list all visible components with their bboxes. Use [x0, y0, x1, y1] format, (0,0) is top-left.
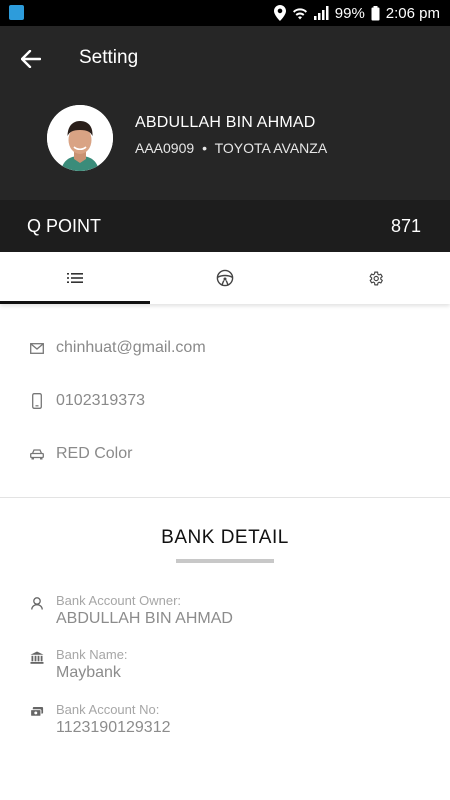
phone-text: 0102319373: [56, 392, 145, 409]
email-text: chinhuat@gmail.com: [56, 339, 206, 356]
qpoint-label: Q POINT: [27, 216, 102, 236]
arrow-left-icon: [21, 50, 41, 68]
separator-dot: •: [202, 140, 207, 156]
status-bar: 99% 2:06 pm: [0, 0, 450, 26]
car-color-text: RED Color: [56, 445, 133, 462]
battery-icon: [371, 5, 380, 20]
email-row: chinhuat@gmail.com: [30, 336, 206, 360]
avatar[interactable]: [47, 105, 113, 171]
bank-name-value: Maybank: [56, 664, 121, 681]
back-button[interactable]: [16, 44, 46, 74]
list-icon: [67, 273, 83, 283]
gear-icon: [369, 271, 383, 285]
plate-number: AAA0909: [135, 140, 195, 156]
bank-owner-value: ABDULLAH BIN AHMAD: [56, 610, 233, 627]
bank-detail-title: BANK DETAIL: [161, 527, 289, 548]
vehicle-model: TOYOTA AVANZA: [214, 140, 328, 156]
location-icon: [273, 5, 286, 21]
car-icon: [30, 447, 44, 461]
page-title: Setting: [79, 47, 139, 68]
tab-info[interactable]: [0, 252, 150, 304]
tab-active-indicator: [0, 301, 150, 304]
tab-settings[interactable]: [300, 252, 450, 304]
signal-icon: [313, 6, 329, 20]
qpoint-value: 871: [390, 216, 421, 236]
tab-vehicle[interactable]: [150, 252, 300, 304]
bank-account-value: 1123190129312: [56, 719, 171, 736]
bank-owner-label: Bank Account Owner:: [56, 593, 182, 608]
car-color-row: RED Color: [30, 442, 132, 466]
bank-name-label: Bank Name:: [56, 647, 128, 662]
money-icon: [30, 705, 44, 719]
status-time: 2:06 pm: [385, 4, 440, 22]
profile-photo: [47, 105, 113, 171]
vehicle-info: AAA0909 • TOYOTA AVANZA: [135, 140, 327, 156]
envelope-icon: [30, 341, 44, 355]
section-divider: [0, 497, 450, 498]
driver-name: ABDULLAH BIN AHMAD: [135, 114, 316, 131]
bank-building-icon: [30, 650, 44, 664]
steering-wheel-icon: [216, 269, 234, 287]
tab-bar: [0, 252, 450, 304]
qpoint-bar: Q POINT 871: [0, 200, 450, 252]
person-icon: [30, 596, 44, 610]
phone-row: 0102319373: [30, 389, 145, 413]
app-notification-icon: [9, 5, 24, 20]
wifi-icon: [292, 8, 307, 20]
battery-percent: 99%: [334, 4, 365, 22]
bank-account-label: Bank Account No:: [56, 702, 160, 717]
status-indicators: 99% 2:06 pm: [273, 4, 440, 22]
profile-header: Setting ABDULLAH BIN AHMAD AAA0909 • TOY…: [0, 26, 450, 252]
mobile-phone-icon: [30, 393, 44, 409]
bank-title-underline: [176, 559, 274, 563]
